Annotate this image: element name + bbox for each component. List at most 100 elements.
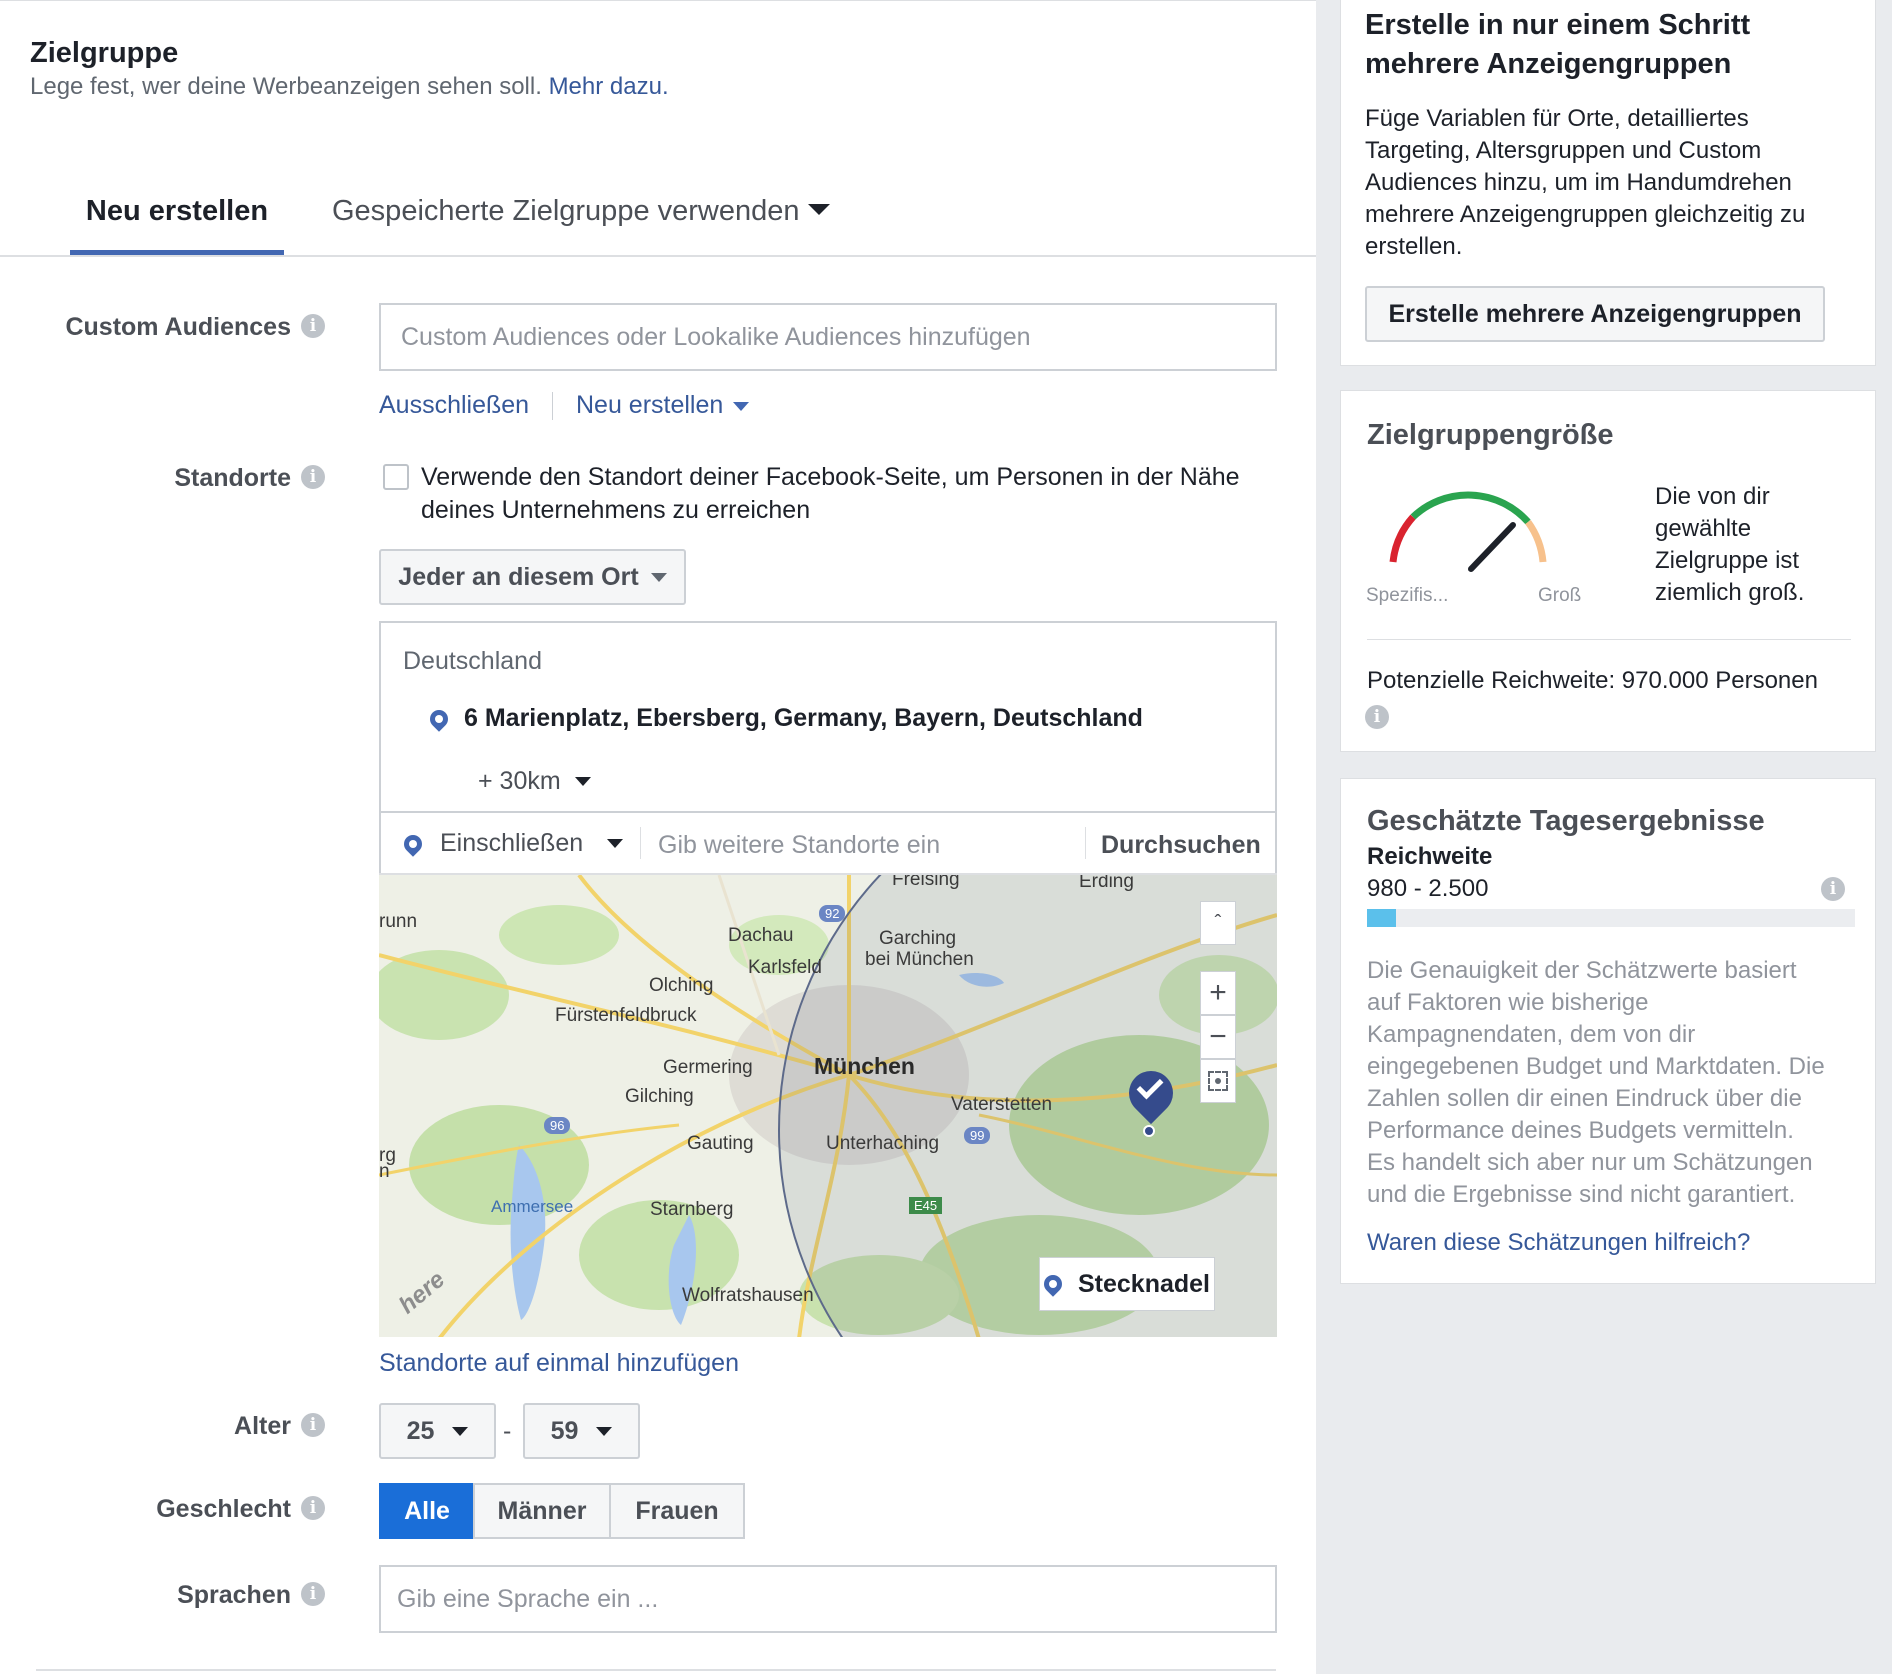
audience-size-card: Zielgruppengröße Spezifis... Groß Die vo… (1340, 390, 1876, 752)
dropdown-caret-icon (807, 203, 830, 215)
locations-label: Standorte i (5, 464, 325, 493)
divider (640, 827, 641, 859)
text-line: Targeting, Altersgruppen und Custom (1365, 137, 1762, 164)
audience-tabs: Neu erstellen Gespeicherte Zielgruppe ve… (0, 181, 1316, 257)
info-icon[interactable]: i (1365, 705, 1389, 729)
location-search-input[interactable]: Gib weitere Standorte ein (658, 831, 1058, 860)
info-icon[interactable]: i (301, 314, 325, 339)
desc-line: gewählte (1655, 515, 1752, 542)
road-shield: 99 (964, 1127, 991, 1144)
reach-label: Reichweite (1367, 843, 1493, 870)
info-icon[interactable]: i (301, 1496, 325, 1521)
estimates-feedback-link[interactable]: Waren diese Schätzungen hilfreich? (1367, 1229, 1750, 1257)
map-label: Gilching (625, 1086, 694, 1107)
chevron-down-icon (733, 401, 750, 411)
audience-size-title: Zielgruppengröße (1367, 419, 1614, 451)
desc-line: ziemlich groß. (1655, 579, 1805, 606)
map-collapse-button[interactable]: ˆ (1200, 901, 1236, 945)
page-location-checkbox[interactable] (383, 464, 409, 490)
audience-size-description: Die von dir gewählte Zielgruppe ist ziem… (1655, 481, 1804, 609)
include-label: Einschließen (440, 829, 584, 857)
age-min-dropdown[interactable]: 25 (379, 1403, 496, 1459)
include-dropdown[interactable]: Einschließen (400, 829, 624, 858)
map-label: Vaterstetten (951, 1094, 1053, 1115)
custom-audiences-input[interactable]: Custom Audiences oder Lookalike Audience… (379, 303, 1277, 371)
drop-pin-button[interactable]: Stecknadel (1039, 1257, 1215, 1311)
section-title: Zielgruppe (30, 37, 179, 69)
disclaimer-line: Es handelt sich aber nur um Schätzungen (1367, 1149, 1813, 1176)
custom-audiences-actions: Ausschließen Neu erstellen (379, 391, 750, 421)
drop-pin-label: Stecknadel (1077, 1269, 1210, 1298)
desc-line: Zielgruppe ist (1655, 547, 1800, 574)
disclaimer-line: Kampagnendaten, dem von dir (1367, 1021, 1696, 1048)
map-label: Gauting (687, 1133, 754, 1154)
map-label: München (814, 1053, 915, 1079)
disclaimer-line: auf Faktoren wie bisherige (1367, 989, 1649, 1016)
map-label: Karlsfeld (748, 957, 822, 978)
gender-men-button[interactable]: Männer (473, 1483, 611, 1539)
map-label: Olching (649, 975, 714, 996)
radius-dropdown[interactable]: + 30km (478, 767, 591, 796)
locations-label-text: Standorte (174, 464, 291, 492)
chevron-down-icon (574, 777, 591, 786)
selected-location[interactable]: 6 Marienplatz, Ebersberg, Germany, Bayer… (426, 704, 1143, 733)
age-label: Alter i (5, 1412, 325, 1441)
gender-label: Geschlecht i (5, 1495, 325, 1524)
map-label: Germering (663, 1057, 753, 1078)
age-max-dropdown[interactable]: 59 (523, 1403, 640, 1459)
info-icon[interactable]: i (301, 1413, 325, 1438)
chevron-down-icon (650, 572, 667, 582)
checkbox-text-line: deines Unternehmens zu erreichen (421, 496, 811, 524)
map-label: bei München (865, 949, 974, 970)
estimate-disclaimer: Die Genauigkeit der Schätzwerte basiert … (1367, 955, 1825, 1211)
daily-results-title: Geschätzte Tagesergebnisse (1367, 805, 1765, 837)
create-new-audience-link[interactable]: Neu erstellen (576, 391, 750, 419)
languages-label: Sprachen i (5, 1581, 325, 1610)
multi-adset-title: Erstelle in nur einem Schritt mehrere An… (1365, 6, 1750, 84)
zoom-out-button[interactable]: − (1200, 1015, 1236, 1059)
road-shield: 92 (819, 905, 846, 922)
location-pin-icon (426, 705, 452, 732)
gender-all-button[interactable]: Alle (379, 1483, 475, 1539)
text-line: Füge Variablen für Orte, detailliertes (1365, 105, 1749, 132)
map-label: Garching (879, 928, 957, 949)
exclude-link[interactable]: Ausschließen (379, 391, 529, 419)
tab-saved-label: Gespeicherte Zielgruppe verwenden (332, 195, 800, 227)
more-info-link[interactable]: Mehr dazu. (549, 73, 669, 100)
gender-selector: Alle Männer Frauen (379, 1483, 745, 1539)
selected-address: 6 Marienplatz, Ebersberg, Germany, Bayer… (464, 704, 1143, 732)
custom-audiences-label: Custom Audiences i (5, 313, 325, 342)
tab-create-new[interactable]: Neu erstellen (70, 181, 284, 255)
road-shield: E45 (909, 1197, 943, 1214)
zoom-in-button[interactable]: + (1200, 971, 1236, 1015)
locate-icon[interactable] (1200, 1059, 1236, 1103)
map-label: Fürstenfeldbruck (555, 1005, 697, 1026)
languages-placeholder: Gib eine Sprache ein ... (397, 1584, 659, 1613)
age-max-value: 59 (550, 1416, 579, 1445)
add-bulk-locations-link[interactable]: Standorte auf einmal hinzufügen (379, 1349, 739, 1378)
map-label: Ammersee (491, 1197, 574, 1216)
tab-saved-audience[interactable]: Gespeicherte Zielgruppe verwenden (332, 181, 830, 255)
chevron-down-icon (452, 1426, 469, 1436)
desc-line: Die von dir (1655, 483, 1770, 510)
audience-panel: Zielgruppe Lege fest, wer deine Werbeanz… (0, 0, 1316, 1674)
disclaimer-line: eingegebenen Budget und Marktdaten. Die (1367, 1053, 1825, 1080)
age-min-value: 25 (406, 1416, 435, 1445)
browse-button[interactable]: Durchsuchen (1101, 831, 1261, 860)
custom-audiences-placeholder: Custom Audiences oder Lookalike Audience… (401, 322, 1031, 351)
location-map[interactable]: Freising Erding Dachau Garching bei Münc… (379, 873, 1277, 1337)
section-divider (36, 1669, 1276, 1671)
gender-women-button[interactable]: Frauen (609, 1483, 745, 1539)
radius-value: + 30km (478, 767, 561, 795)
info-icon[interactable]: i (301, 1582, 325, 1607)
info-icon[interactable]: i (1821, 877, 1845, 901)
gender-label-text: Geschlecht (156, 1495, 291, 1523)
country-heading: Deutschland (403, 647, 542, 675)
gauge-left-label: Spezifis... (1366, 585, 1449, 606)
text-line: erstellen. (1365, 233, 1463, 260)
create-multiple-adsets-button[interactable]: Erstelle mehrere Anzeigengruppen (1365, 286, 1825, 342)
languages-input[interactable]: Gib eine Sprache ein ... (379, 1565, 1277, 1633)
location-type-dropdown[interactable]: Jeder an diesem Ort (379, 549, 686, 605)
reach-bar-track (1367, 909, 1855, 927)
info-icon[interactable]: i (301, 465, 325, 490)
